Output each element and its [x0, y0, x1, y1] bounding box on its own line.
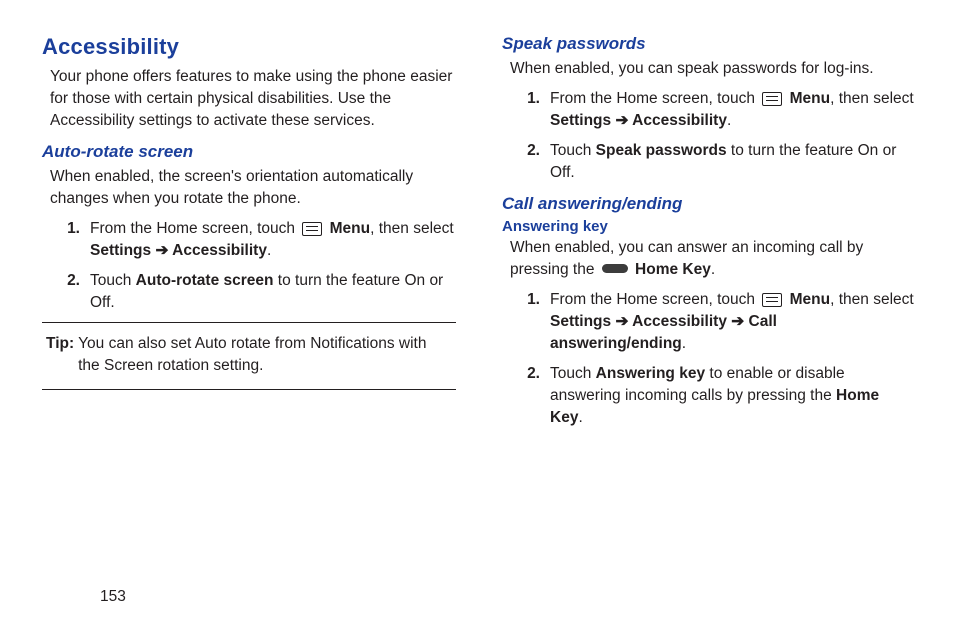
heading-speak-passwords: Speak passwords: [502, 34, 916, 54]
list-item: 1. From the Home screen, touch Menu, the…: [50, 218, 456, 262]
step-text: Touch Auto-rotate screen to turn the fea…: [90, 270, 456, 314]
right-column: Speak passwords When enabled, you can sp…: [502, 34, 916, 437]
list-item: 2. Touch Speak passwords to turn the fea…: [510, 140, 916, 184]
list-item: 2. Touch Auto-rotate screen to turn the …: [50, 270, 456, 314]
step-text: Touch Speak passwords to turn the featur…: [550, 140, 916, 184]
auto-rotate-steps: 1. From the Home screen, touch Menu, the…: [42, 218, 456, 314]
left-column: Accessibility Your phone offers features…: [42, 34, 456, 437]
speak-passwords-steps: 1. From the Home screen, touch Menu, the…: [502, 88, 916, 184]
menu-icon: [762, 293, 782, 307]
tip-box: Tip: You can also set Auto rotate from N…: [42, 322, 456, 390]
step-number: 2.: [510, 363, 550, 429]
heading-answering-key: Answering key: [502, 218, 916, 235]
tip-text: You can also set Auto rotate from Notifi…: [78, 333, 452, 377]
page-body: Accessibility Your phone offers features…: [0, 0, 954, 437]
page-number: 153: [100, 588, 126, 606]
accessibility-intro: Your phone offers features to make using…: [42, 66, 456, 132]
menu-icon: [762, 92, 782, 106]
answering-key-intro: When enabled, you can answer an incoming…: [502, 237, 916, 281]
list-item: 2. Touch Answering key to enable or disa…: [510, 363, 916, 429]
step-number: 1.: [50, 218, 90, 262]
speak-passwords-intro: When enabled, you can speak passwords fo…: [502, 58, 916, 80]
list-item: 1. From the Home screen, touch Menu, the…: [510, 289, 916, 355]
step-number: 1.: [510, 289, 550, 355]
step-text: Touch Answering key to enable or disable…: [550, 363, 916, 429]
step-text: From the Home screen, touch Menu, then s…: [550, 88, 916, 132]
auto-rotate-intro: When enabled, the screen's orientation a…: [42, 166, 456, 210]
tip-label: Tip:: [46, 333, 78, 377]
list-item: 1. From the Home screen, touch Menu, the…: [510, 88, 916, 132]
step-number: 1.: [510, 88, 550, 132]
heading-call-answering: Call answering/ending: [502, 194, 916, 214]
heading-auto-rotate: Auto-rotate screen: [42, 142, 456, 162]
step-text: From the Home screen, touch Menu, then s…: [550, 289, 916, 355]
step-number: 2.: [50, 270, 90, 314]
home-key-icon: [602, 264, 628, 273]
step-number: 2.: [510, 140, 550, 184]
menu-icon: [302, 222, 322, 236]
step-text: From the Home screen, touch Menu, then s…: [90, 218, 456, 262]
heading-accessibility: Accessibility: [42, 34, 456, 60]
answering-key-steps: 1. From the Home screen, touch Menu, the…: [502, 289, 916, 429]
